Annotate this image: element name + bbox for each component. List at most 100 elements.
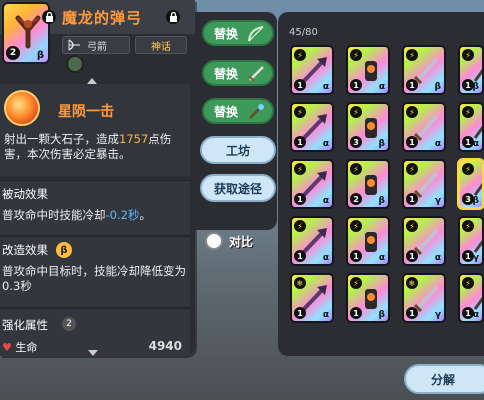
sword-weapon-icon (248, 66, 264, 82)
enhance-section: 强化属性 2 ♥ 生命 4940 (0, 308, 190, 356)
slot-grade-badge: β (472, 82, 479, 92)
enhance-level-badge: 2 (62, 317, 76, 331)
passive-text: 普攻命中时技能冷却-0.2秒。 (2, 208, 188, 223)
slot-count-badge: 2 (350, 193, 362, 205)
inventory-slot[interactable]: ⚡ 1 α (290, 102, 334, 152)
slot-grade-badge: α (378, 82, 385, 92)
enhance-title: 强化属性 (2, 318, 48, 332)
inventory-slot[interactable]: ⚡ 1 α (458, 273, 484, 323)
inventory-slot[interactable]: ⚡ 1 β (458, 45, 484, 95)
slot-count-badge: 1 (406, 250, 418, 262)
scroll-down-arrow-icon[interactable] (88, 350, 98, 356)
item-icon-slingshot[interactable]: 2 β (2, 2, 50, 64)
bow-weapon-icon (248, 26, 264, 42)
inventory-slot[interactable]: ❄ 1 α (290, 273, 334, 323)
inventory-slot[interactable]: ⚡ 1 γ (402, 159, 446, 209)
slot-count-badge: 1 (294, 250, 306, 262)
slot-grade-badge: α (322, 196, 329, 206)
staff-weapon-icon (249, 104, 264, 119)
inventory-slot[interactable]: ⚡ 1 α (458, 102, 484, 152)
inventory-slot[interactable]: ⚡ 1 α (402, 216, 446, 266)
heart-icon: ♥ (2, 341, 12, 354)
skill-description: 射出一颗大石子，造成1757点伤害，本次伤害必定暴击。 (4, 132, 188, 162)
slot-grade-badge: β (378, 310, 385, 320)
slot-grade-badge: β (434, 82, 441, 92)
inventory-slot[interactable]: ⚡ 3 β (458, 159, 484, 209)
obtain-source-button[interactable]: 获取途径 (200, 174, 276, 202)
slot-count-badge: 1 (406, 79, 418, 91)
inventory-count: 45/80 (289, 27, 318, 38)
compare-label: 对比 (229, 234, 254, 249)
inventory-slot[interactable]: ⚡ 1 γ (458, 216, 484, 266)
beta-badge-icon: β (56, 242, 72, 258)
inventory-slot[interactable]: ⚡ 1 β (346, 273, 390, 323)
slot-grade-badge: α (322, 139, 329, 149)
inventory-slot[interactable]: ⚡ 1 α (346, 45, 390, 95)
inventory-slot[interactable]: ⚡ 3 β (346, 102, 390, 152)
slot-grade-badge: γ (472, 253, 479, 263)
compare-toggle-dot[interactable] (205, 232, 223, 250)
modify-title: 改造效果 (2, 243, 48, 257)
replace-label-3: 替换 (214, 104, 239, 119)
replace-label-1: 替换 (214, 26, 239, 41)
slot-grade-badge: β (472, 196, 479, 206)
slot-grade-badge: α (378, 253, 385, 263)
slot-grade-badge: α (434, 253, 441, 263)
inventory-slot[interactable]: ❄ 1 γ (402, 273, 446, 323)
slot-count-badge: 1 (406, 136, 418, 148)
passive-text-prefix: 普攻命中时技能冷却 (2, 208, 106, 222)
inventory-slot[interactable]: ⚡ 1 α (290, 159, 334, 209)
pet-avatar-icon[interactable] (66, 55, 84, 73)
passive-value: -0.2秒 (105, 208, 140, 222)
slot-count-badge: 1 (406, 307, 418, 319)
slot-count-badge: 1 (294, 193, 306, 205)
slot-count-badge: 1 (294, 307, 306, 319)
slot-grade-badge: β (378, 139, 385, 149)
slot-count-badge: 1 (350, 79, 362, 91)
skill-card: 星陨一击 射出一颗大石子，造成1757点伤害，本次伤害必定暴击。 (0, 84, 190, 176)
inventory-slot[interactable]: ⚡ 2 β (346, 159, 390, 209)
item-name: 魔龙的弹弓 (62, 9, 143, 27)
life-value: 4940 (148, 339, 182, 353)
passive-section: 被动效果 普攻命中时技能冷却-0.2秒。 (0, 180, 190, 234)
modify-text: 普攻命中目标时，技能冷却降低变为0.3秒 (2, 264, 186, 293)
inventory-slot[interactable]: ⚡ 1 α (290, 216, 334, 266)
item-grade-badge: β (36, 50, 44, 61)
slot-grade-badge: α (472, 139, 479, 149)
workshop-button[interactable]: 工坊 (200, 136, 276, 164)
skill-desc-part1: 射出一颗大石子，造成 (4, 132, 119, 146)
inventory-slot[interactable]: ⚡ 1 α (346, 216, 390, 266)
item-lock-icon[interactable] (42, 10, 56, 24)
inventory-slot[interactable]: ⚡ 1 α (402, 102, 446, 152)
replace-label-2: 替换 (214, 66, 239, 81)
bow-icon (68, 39, 80, 51)
slot-grade-badge: β (378, 196, 385, 206)
passive-title: 被动效果 (2, 187, 48, 201)
slot-grade-badge: α (434, 139, 441, 149)
slot-count-badge: 1 (294, 136, 306, 148)
inventory-slot[interactable]: ⚡ 1 β (402, 45, 446, 95)
meteor-skill-icon (4, 90, 40, 126)
decompose-button[interactable]: 分解 (404, 364, 484, 394)
skill-damage-value: 1757 (119, 132, 149, 146)
inventory-slot[interactable]: ⚡ 1 α (290, 45, 334, 95)
replace-button-3[interactable]: 替换 (202, 98, 274, 124)
item-detail-panel: 2 β 魔龙的弹弓 弓箭 神话 星陨一击 射出一颗大石子，造成1757点伤害，本… (0, 0, 195, 356)
slot-count-badge: 1 (406, 193, 418, 205)
compare-toggle[interactable]: 对比 (205, 231, 253, 251)
life-label: 生命 (15, 341, 38, 354)
slot-grade-badge: α (322, 82, 329, 92)
modify-section: 改造效果 β 普攻命中目标时，技能冷却降低变为0.3秒 (0, 236, 190, 306)
replace-button-1[interactable]: 替换 (202, 20, 274, 46)
slot-grade-badge: γ (434, 196, 441, 206)
weapon-type-label: 弓箭 (87, 41, 107, 53)
slot-grade-badge: α (472, 310, 479, 320)
slot-grade-badge: α (322, 310, 329, 320)
slot-count-badge: 1 (294, 79, 306, 91)
replace-button-2[interactable]: 替换 (202, 60, 274, 86)
skill-title: 星陨一击 (58, 104, 114, 120)
passive-text-suffix: 。 (139, 208, 151, 222)
weapon-type-tag: 弓箭 (62, 36, 130, 54)
item-count-badge: 2 (6, 46, 20, 60)
lock-icon[interactable] (166, 10, 180, 24)
